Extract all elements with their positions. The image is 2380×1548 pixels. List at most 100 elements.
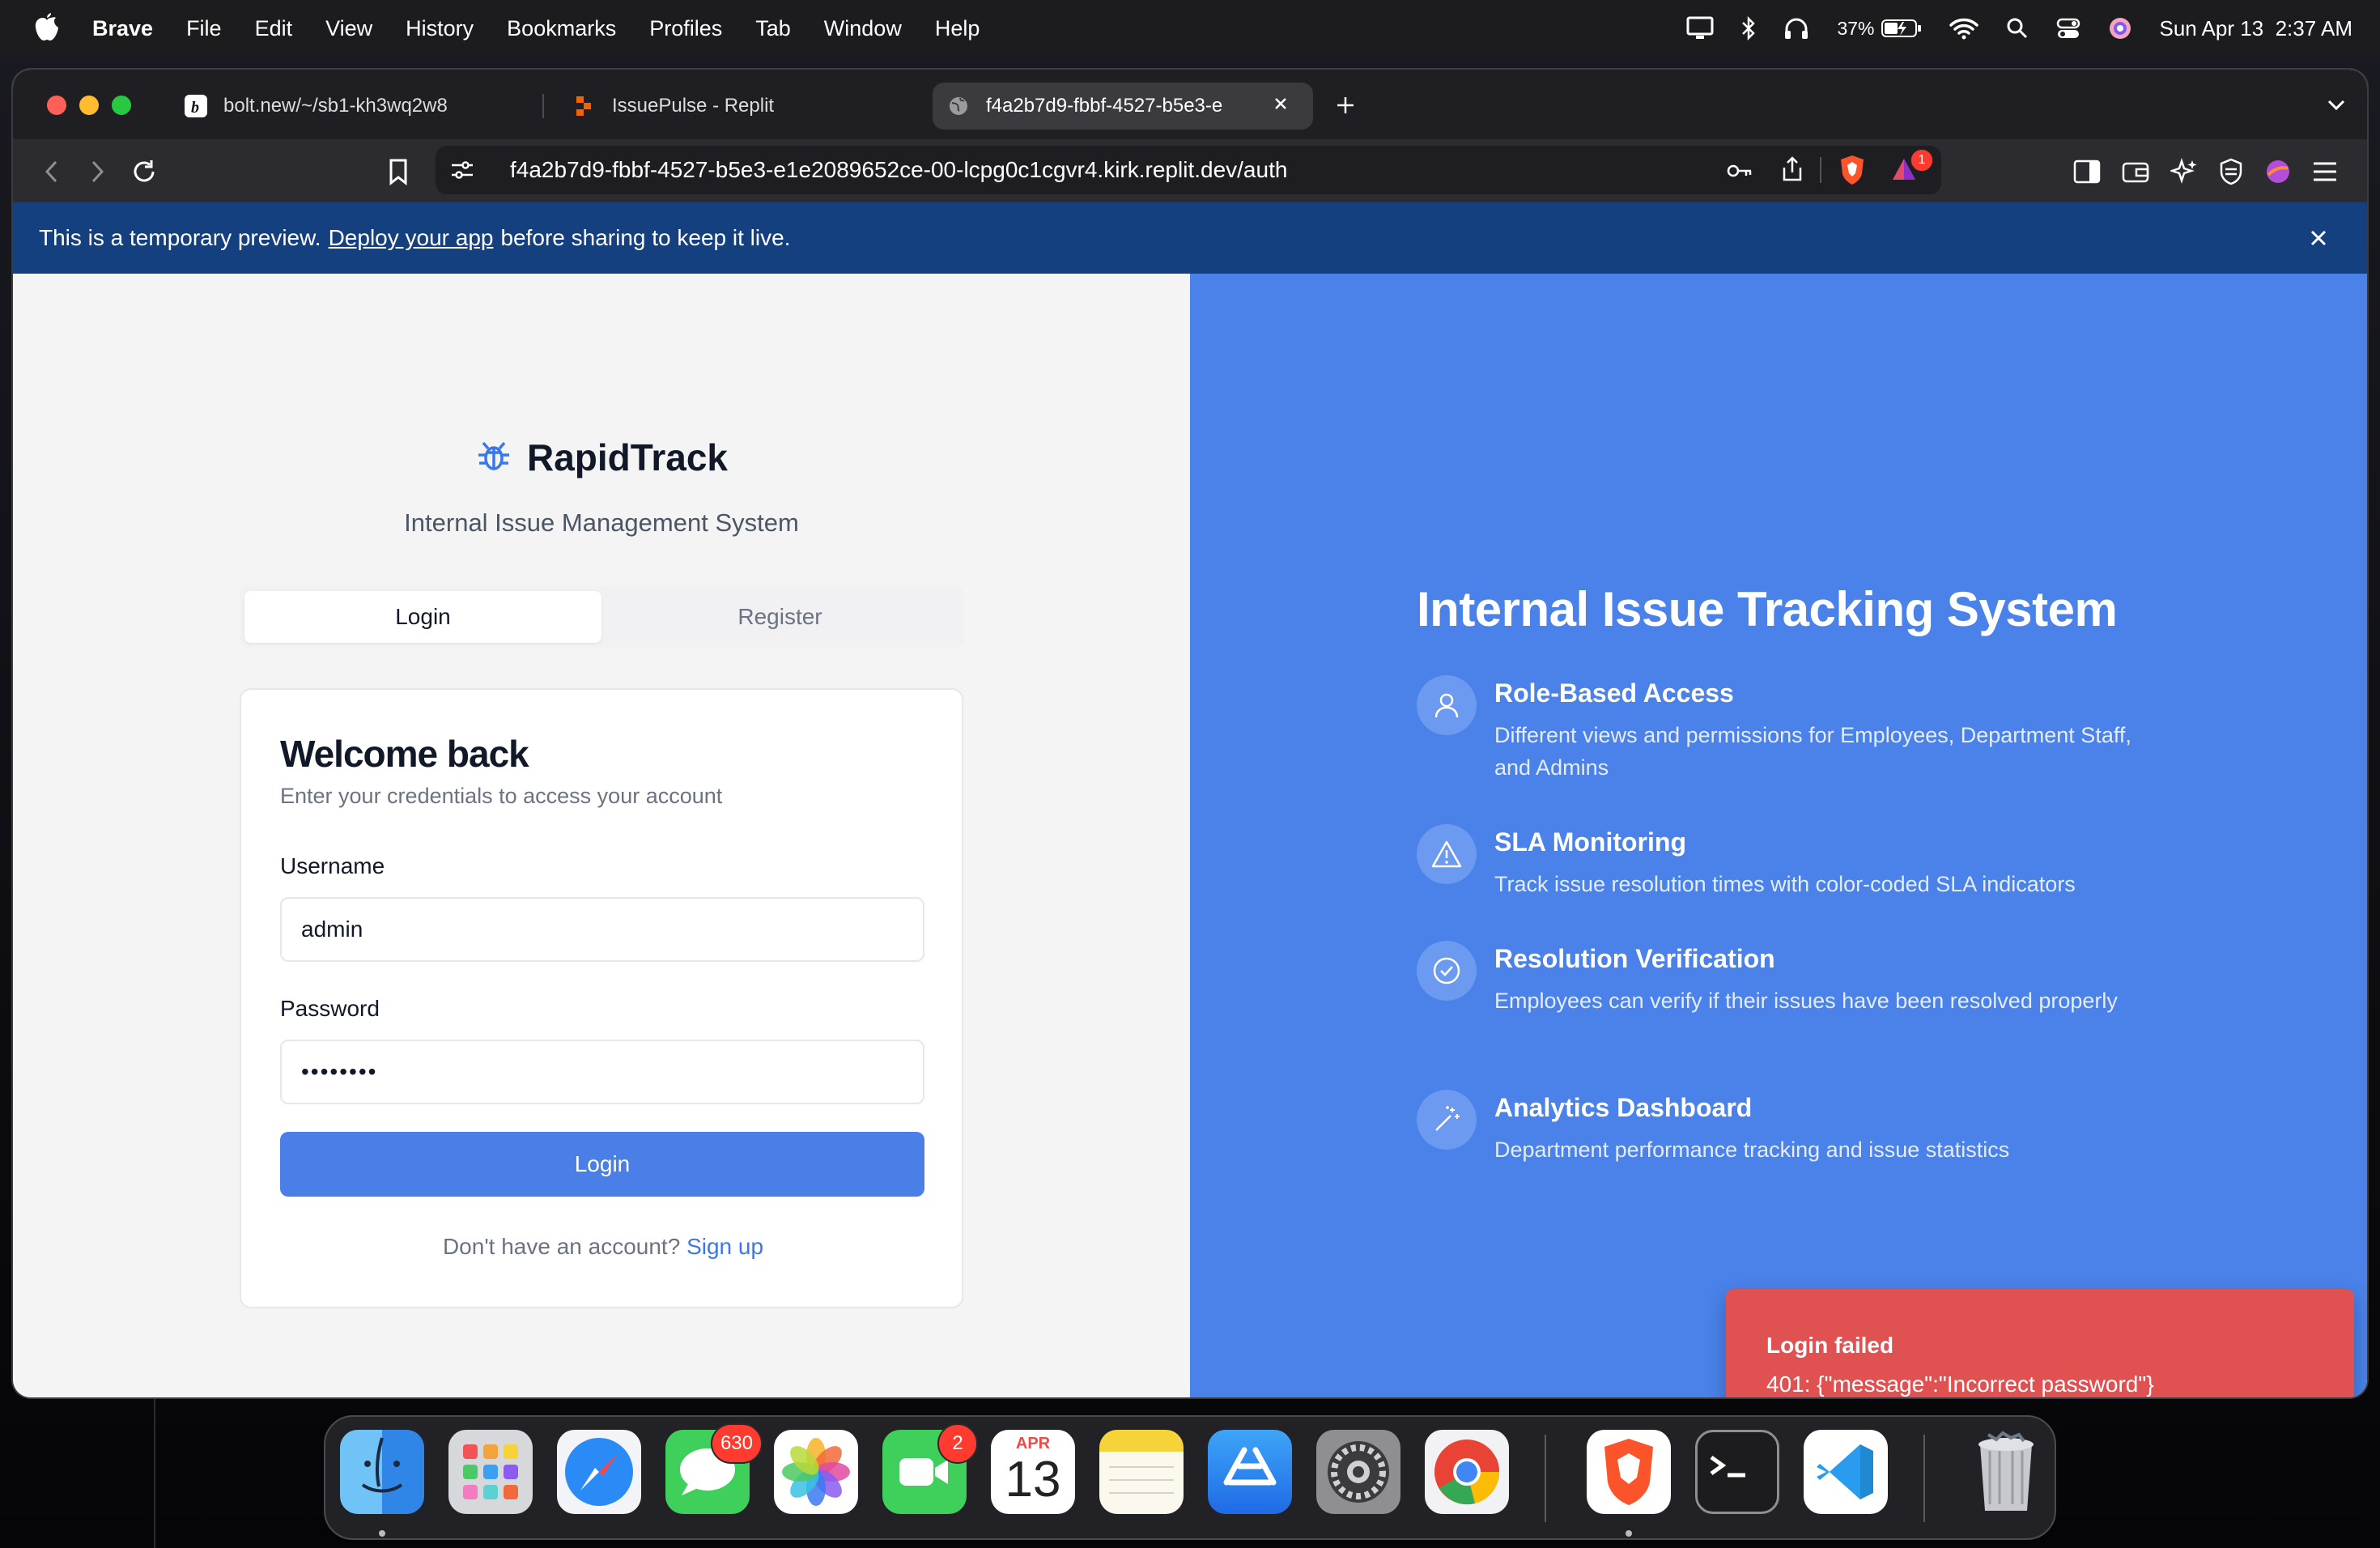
- menu-window[interactable]: Window: [824, 16, 902, 41]
- headphones-icon[interactable]: [1783, 16, 1809, 40]
- control-center-icon[interactable]: [2056, 17, 2080, 40]
- hero-panel: Internal Issue Tracking System Role-Base…: [1190, 274, 2367, 1397]
- feature-description: Different views and permissions for Empl…: [1494, 723, 2131, 780]
- wifi-icon[interactable]: [1949, 17, 1978, 40]
- rewards-badge: 1: [1910, 149, 1933, 172]
- preview-banner: This is a temporary preview. Deploy your…: [13, 202, 2367, 274]
- menu-file[interactable]: File: [186, 16, 222, 41]
- dock-launchpad[interactable]: [448, 1430, 533, 1514]
- brave-shields-icon[interactable]: [1838, 154, 1867, 192]
- dock-messages[interactable]: 630: [665, 1423, 763, 1514]
- apple-menu-icon[interactable]: [31, 11, 62, 46]
- tab-bolt[interactable]: b bolt.new/~/sb1-kh3wq2w8: [170, 83, 542, 130]
- tab-replit[interactable]: IssuePulse - Replit: [559, 83, 923, 130]
- warning-icon: [1417, 824, 1477, 884]
- battery-status[interactable]: 37%: [1837, 18, 1921, 40]
- display-icon[interactable]: [1686, 16, 1714, 40]
- back-icon[interactable]: [34, 154, 70, 189]
- username-input[interactable]: admin: [280, 897, 924, 962]
- finder-icon: [361, 1437, 403, 1493]
- bookmark-icon[interactable]: [380, 154, 416, 189]
- menu-profiles[interactable]: Profiles: [649, 16, 722, 41]
- menu-edit[interactable]: Edit: [255, 16, 293, 41]
- toast-message: 401: {"message":"Incorrect password"}: [1766, 1372, 2154, 1397]
- dock-chrome[interactable]: [1425, 1430, 1509, 1514]
- tab-login[interactable]: Login: [244, 591, 601, 643]
- password-key-icon[interactable]: [1726, 160, 1753, 186]
- address-bar[interactable]: f4a2b7d9-fbbf-4527-b5e3-e1e2089652ce-00-…: [436, 146, 1941, 194]
- login-button[interactable]: Login: [280, 1132, 924, 1197]
- battery-icon: [1881, 19, 1921, 37]
- menu-history[interactable]: History: [406, 16, 474, 41]
- dock-terminal[interactable]: [1695, 1430, 1779, 1514]
- siri-icon[interactable]: [2108, 16, 2132, 40]
- menu-tab[interactable]: Tab: [755, 16, 791, 41]
- feature-title: SLA Monitoring: [1494, 827, 1686, 857]
- svg-text:b: b: [191, 99, 199, 117]
- menu-bar: Brave File Edit View History Bookmarks P…: [0, 0, 2380, 57]
- dock-trash[interactable]: [1964, 1430, 2048, 1514]
- toast-title: Login failed: [1766, 1333, 1894, 1358]
- profile-avatar-icon[interactable]: [2260, 154, 2296, 189]
- dock-photos[interactable]: [774, 1430, 858, 1514]
- tab-title: f4a2b7d9-fbbf-4527-b5e3-e: [986, 95, 1223, 117]
- tab-strip: b bolt.new/~/sb1-kh3wq2w8 IssuePulse - R…: [13, 70, 2367, 139]
- dock-vscode[interactable]: [1804, 1430, 1888, 1514]
- feature-description: Track issue resolution times with color-…: [1494, 872, 2076, 896]
- error-toast[interactable]: Login failed 401: {"message":"Incorrect …: [1726, 1289, 2354, 1397]
- safari-icon: [565, 1438, 633, 1506]
- signup-link[interactable]: Sign up: [686, 1234, 763, 1259]
- terminal-icon: [1710, 1455, 1745, 1478]
- tab-title: IssuePulse - Replit: [612, 95, 775, 117]
- clock[interactable]: Sun Apr 13 2:37 AM: [2160, 16, 2353, 41]
- vpn-shield-icon[interactable]: [2213, 154, 2249, 189]
- messages-badge: 630: [710, 1423, 763, 1464]
- dock-brave[interactable]: [1587, 1430, 1671, 1514]
- reload-icon[interactable]: [126, 154, 162, 189]
- calendar-day: 13: [1005, 1452, 1061, 1508]
- menu-bookmarks[interactable]: Bookmarks: [507, 16, 616, 41]
- feature-description: Department performance tracking and issu…: [1494, 1138, 2010, 1162]
- wallet-icon[interactable]: [2118, 154, 2153, 189]
- close-banner-icon[interactable]: [2306, 225, 2331, 251]
- sidebar-toggle-icon[interactable]: [2069, 154, 2105, 189]
- dock-app-store[interactable]: [1208, 1430, 1292, 1514]
- leo-ai-icon[interactable]: [2166, 154, 2202, 189]
- deploy-link[interactable]: Deploy your app: [329, 225, 494, 251]
- bluetooth-icon[interactable]: [1741, 15, 1756, 41]
- tab-active-preview[interactable]: f4a2b7d9-fbbf-4527-b5e3-e: [933, 83, 1313, 130]
- minimize-window-button[interactable]: [79, 96, 99, 115]
- site-settings-icon[interactable]: [450, 159, 474, 187]
- photos-icon: [782, 1438, 850, 1506]
- dock-notes[interactable]: [1099, 1430, 1184, 1514]
- close-window-button[interactable]: [47, 96, 66, 115]
- wallpaper-line: [154, 1393, 155, 1548]
- hamburger-menu-icon[interactable]: [2307, 154, 2343, 189]
- close-tab-icon[interactable]: [1273, 95, 1289, 117]
- card-subtitle: Enter your credentials to access your ac…: [280, 784, 723, 808]
- menu-view[interactable]: View: [325, 16, 372, 41]
- dock-safari[interactable]: [557, 1430, 641, 1514]
- dock-system-settings[interactable]: [1316, 1430, 1400, 1514]
- tab-register[interactable]: Register: [601, 591, 958, 643]
- zoom-window-button[interactable]: [112, 96, 131, 115]
- menu-help[interactable]: Help: [935, 16, 980, 41]
- dock-calendar[interactable]: APR 13: [991, 1430, 1075, 1514]
- dock-facetime[interactable]: 2: [882, 1423, 978, 1514]
- bug-icon: [475, 437, 512, 478]
- signup-row: Don't have an account? Sign up: [241, 1234, 965, 1260]
- menu-app-name[interactable]: Brave: [92, 16, 153, 41]
- battery-percent: 37%: [1837, 17, 1875, 39]
- new-tab-icon[interactable]: [1328, 87, 1363, 123]
- check-circle-icon: [1417, 941, 1477, 1001]
- browser-toolbar: f4a2b7d9-fbbf-4527-b5e3-e1e2089652ce-00-…: [13, 139, 2367, 202]
- brand-subtitle: Internal Issue Management System: [404, 508, 799, 537]
- url-text: f4a2b7d9-fbbf-4527-b5e3-e1e2089652ce-00-…: [510, 157, 1288, 182]
- card-title: Welcome back: [280, 733, 529, 775]
- dock-finder[interactable]: [340, 1430, 424, 1514]
- password-input[interactable]: ••••••••: [280, 1040, 924, 1104]
- tab-list-chevron-icon[interactable]: [2318, 87, 2354, 123]
- spotlight-search-icon[interactable]: [2006, 17, 2029, 40]
- forward-icon[interactable]: [79, 154, 115, 189]
- share-icon[interactable]: [1781, 155, 1804, 189]
